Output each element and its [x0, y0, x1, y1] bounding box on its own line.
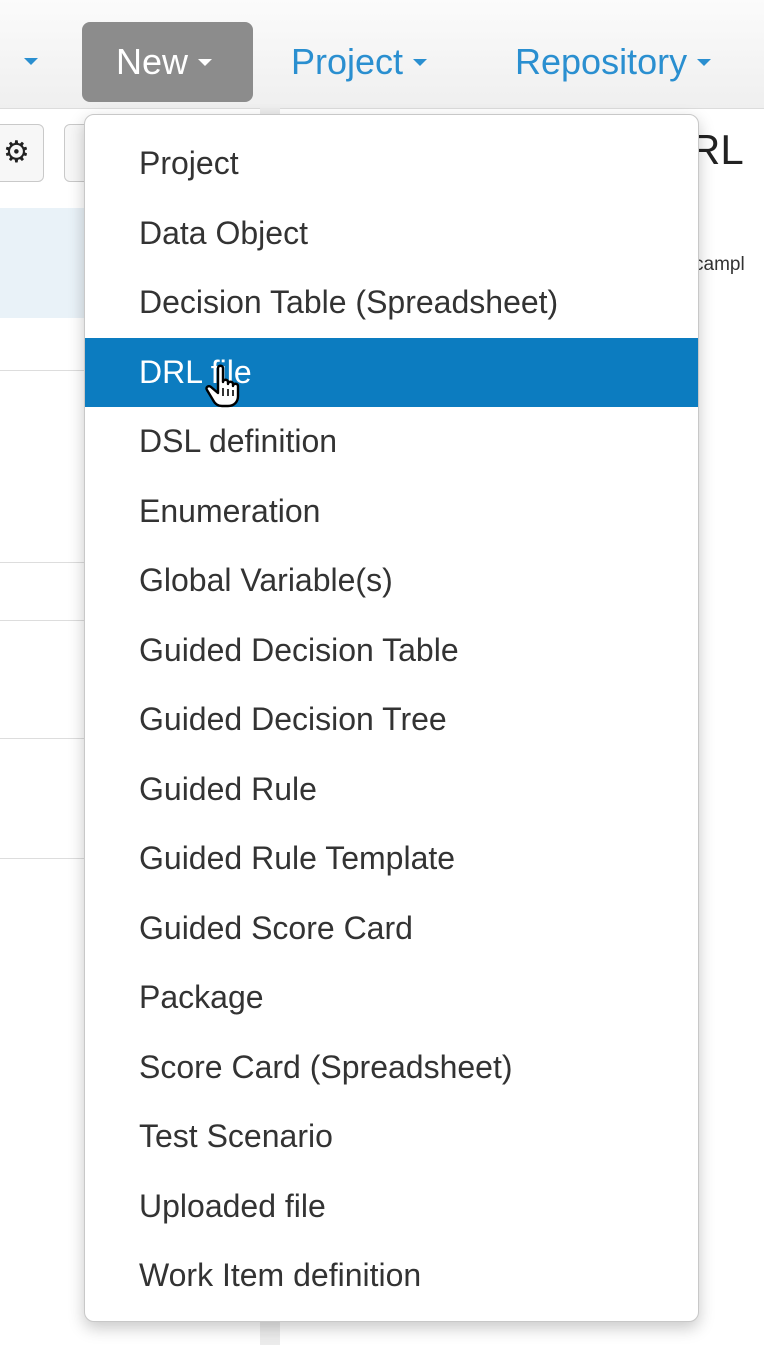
menu-item-test-scenario[interactable]: Test Scenario	[85, 1102, 698, 1172]
menu-item-guided-score-card[interactable]: Guided Score Card	[85, 894, 698, 964]
repository-menu-label: Repository	[515, 41, 688, 82]
settings-button[interactable]: ⚙	[0, 124, 44, 182]
gear-icon: ⚙	[3, 136, 30, 169]
menu-item-drl-file[interactable]: DRL file	[85, 337, 698, 407]
menu-item-data-object[interactable]: Data Object	[85, 199, 698, 269]
menu-item-work-item-definition[interactable]: Work Item definition	[85, 1241, 698, 1311]
menu-item-guided-rule[interactable]: Guided Rule	[85, 755, 698, 825]
top-navbar: New Project Repository	[0, 0, 764, 109]
menu-item-uploaded-file[interactable]: Uploaded file	[85, 1172, 698, 1242]
app-window: New Project Repository ⚙ RL campl Projec…	[0, 0, 764, 1345]
menu-item-dsl-definition[interactable]: DSL definition	[85, 407, 698, 477]
menu-item-decision-table-spreadsheet[interactable]: Decision Table (Spreadsheet)	[85, 268, 698, 338]
project-menu-button[interactable]: Project	[291, 22, 428, 102]
project-menu-label: Project	[291, 41, 404, 82]
chevron-down-icon	[413, 59, 428, 67]
chevron-down-icon	[697, 59, 712, 67]
chevron-down-icon	[198, 59, 213, 67]
menu-item-guided-rule-template[interactable]: Guided Rule Template	[85, 824, 698, 894]
menu-item-package[interactable]: Package	[85, 963, 698, 1033]
menu-item-guided-decision-tree[interactable]: Guided Decision Tree	[85, 685, 698, 755]
hand-cursor-icon	[205, 364, 240, 408]
menu-item-guided-decision-table[interactable]: Guided Decision Table	[85, 616, 698, 686]
repository-menu-button[interactable]: Repository	[515, 22, 712, 102]
menu-item-score-card-spreadsheet[interactable]: Score Card (Spreadsheet)	[85, 1033, 698, 1103]
new-menu-button[interactable]: New	[82, 22, 253, 102]
new-dropdown-menu: Project Data Object Decision Table (Spre…	[84, 114, 699, 1322]
menu-item-enumeration[interactable]: Enumeration	[85, 477, 698, 547]
new-menu-label: New	[116, 41, 189, 82]
menu-item-global-variables[interactable]: Global Variable(s)	[85, 546, 698, 616]
editor-text: campl	[694, 254, 745, 275]
menu-item-project[interactable]: Project	[85, 129, 698, 199]
chevron-down-icon[interactable]	[24, 58, 38, 65]
